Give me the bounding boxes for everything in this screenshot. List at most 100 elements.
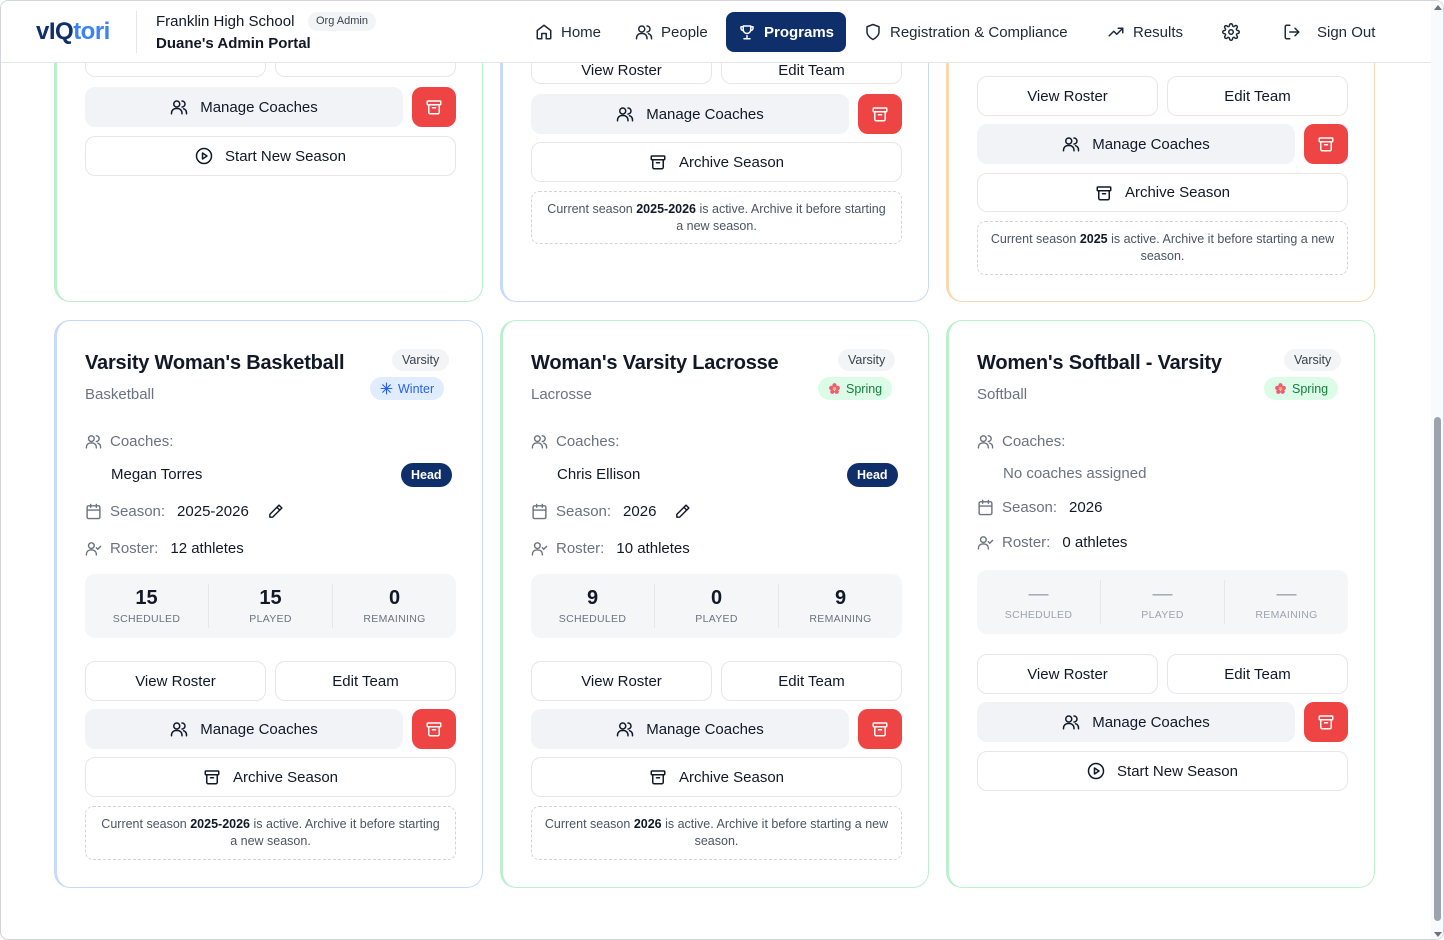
stat-label: REMAINING — [1255, 609, 1318, 621]
nav-people-label: People — [661, 23, 708, 41]
program-card-lacrosse: Woman's Varsity Lacrosse Varsity Spring … — [500, 320, 929, 888]
nav-results[interactable]: Results — [1095, 12, 1195, 52]
manage-coaches-label: Manage Coaches — [646, 720, 764, 738]
flower-icon — [1275, 383, 1286, 394]
nav-registration-label: Registration & Compliance — [890, 23, 1068, 41]
pencil-icon[interactable] — [267, 503, 284, 520]
season-label: Season: — [1002, 499, 1058, 516]
calendar-icon — [86, 503, 101, 520]
manage-coaches-button[interactable]: Manage Coaches — [85, 709, 403, 749]
no-coaches-text: No coaches assigned — [1003, 465, 1147, 482]
users-icon — [170, 722, 188, 737]
roster-row: Roster: 12 athletes — [85, 540, 244, 557]
archive-icon-button[interactable] — [412, 709, 456, 749]
nav-home[interactable]: Home — [523, 12, 613, 52]
manage-coaches-button[interactable]: Manage Coaches — [85, 87, 403, 127]
view-roster-button[interactable]: View Roster — [977, 76, 1158, 116]
nav-results-label: Results — [1133, 23, 1184, 41]
notice-text: Current season — [544, 817, 634, 831]
snowflake-icon — [380, 382, 393, 395]
stat-value: 15 — [259, 587, 282, 609]
game-stats: 9 SCHEDULED 0 PLAYED 9 REMAINING — [531, 574, 902, 638]
start-new-season-button[interactable]: Start New Season — [85, 136, 456, 176]
roster-value: 10 athletes — [616, 540, 690, 557]
archive-icon-button[interactable] — [412, 87, 456, 127]
archive-icon-button[interactable] — [1304, 124, 1348, 164]
archive-icon-button[interactable] — [1304, 702, 1348, 742]
edit-team-label: Edit Team — [778, 672, 845, 690]
notice-text: is active. Archive it before starting a … — [1107, 232, 1335, 263]
home-icon — [536, 24, 552, 40]
role-badge: Org Admin — [308, 12, 376, 31]
logo-part-1: vIQ — [36, 18, 74, 45]
portal-name: Duane's Admin Portal — [156, 35, 311, 52]
stat-label: PLAYED — [1141, 609, 1184, 621]
stat-label: SCHEDULED — [1004, 609, 1073, 621]
roster-row: Roster: 0 athletes — [977, 534, 1127, 551]
settings-button[interactable] — [1210, 12, 1252, 52]
coach-role-badge: Head — [847, 463, 898, 487]
stat-label: PLAYED — [249, 613, 292, 625]
nav-people[interactable]: People — [623, 12, 720, 52]
edit-team-button[interactable]: Edit Team — [1167, 654, 1348, 694]
scrollbar-thumb[interactable] — [1434, 417, 1441, 921]
archive-icon-button[interactable] — [858, 709, 902, 749]
pencil-icon[interactable] — [674, 503, 691, 520]
users-icon — [531, 435, 548, 449]
start-new-season-label: Start New Season — [225, 147, 346, 165]
view-roster-button[interactable]: View Roster — [977, 654, 1158, 694]
notice-text: Current season — [990, 232, 1080, 246]
edit-team-button[interactable]: Edit Team — [275, 661, 456, 701]
season-notice: Current season 2025 is active. Archive i… — [977, 221, 1348, 275]
level-badge: Varsity — [838, 349, 896, 371]
season-label: Season: — [556, 503, 612, 520]
users-icon — [977, 435, 994, 449]
logo[interactable]: vIQtori — [36, 18, 110, 46]
archive-icon-button[interactable] — [858, 94, 902, 134]
archive-season-label: Archive Season — [678, 768, 785, 786]
manage-coaches-button[interactable]: Manage Coaches — [977, 124, 1295, 164]
edit-team-button[interactable]: Edit Team — [721, 661, 902, 701]
nav-registration[interactable]: Registration & Compliance — [852, 12, 1080, 52]
manage-coaches-button[interactable]: Manage Coaches — [531, 709, 849, 749]
stat-scheduled: — SCHEDULED — [977, 580, 1101, 624]
vertical-scrollbar[interactable] — [1431, 1, 1443, 939]
stat-played: — PLAYED — [1101, 580, 1225, 624]
flower-icon — [829, 383, 840, 394]
scroll-up-arrow-icon[interactable] — [1434, 5, 1442, 10]
start-new-season-button[interactable]: Start New Season — [977, 751, 1348, 791]
archive-season-button[interactable]: Archive Season — [531, 142, 902, 182]
program-title: Women's Softball - Varsity — [977, 352, 1222, 374]
coaches-label: Coaches: — [1002, 433, 1066, 450]
users-icon — [1062, 715, 1080, 730]
stat-value: — — [1028, 583, 1049, 605]
edit-team-label: Edit Team — [1224, 665, 1291, 683]
view-roster-button[interactable]: View Roster — [85, 661, 266, 701]
users-icon — [616, 722, 634, 737]
level-badge: Varsity — [392, 349, 450, 371]
archive-season-button[interactable]: Archive Season — [977, 173, 1348, 212]
manage-coaches-button[interactable]: Manage Coaches — [531, 94, 849, 134]
nav-programs[interactable]: Programs — [726, 12, 847, 52]
nav-signout[interactable]: Sign Out — [1271, 12, 1387, 52]
game-stats: 15 SCHEDULED 15 PLAYED 0 REMAINING — [85, 574, 456, 638]
season-tag-label: Spring — [846, 381, 883, 396]
coaches-row: Coaches: — [531, 433, 619, 450]
notice-season: 2026 — [633, 817, 662, 831]
view-roster-button[interactable]: View Roster — [531, 661, 712, 701]
stat-played: 15 PLAYED — [209, 584, 333, 628]
manage-coaches-button[interactable]: Manage Coaches — [977, 702, 1295, 742]
archive-icon — [872, 107, 888, 122]
shield-icon — [866, 23, 880, 41]
roster-value: 0 athletes — [1062, 534, 1128, 551]
season-row: Season: 2026 — [977, 499, 1102, 516]
stat-scheduled: 9 SCHEDULED — [531, 584, 655, 628]
stat-played: 0 PLAYED — [655, 584, 779, 628]
scroll-down-arrow-icon[interactable] — [1434, 932, 1442, 937]
stat-label: REMAINING — [809, 613, 872, 625]
edit-team-button[interactable]: Edit Team — [1167, 76, 1348, 116]
stat-value: 0 — [710, 587, 723, 609]
archive-season-button[interactable]: Archive Season — [85, 757, 456, 797]
coaches-row: Coaches: — [85, 433, 173, 450]
archive-season-button[interactable]: Archive Season — [531, 757, 902, 797]
